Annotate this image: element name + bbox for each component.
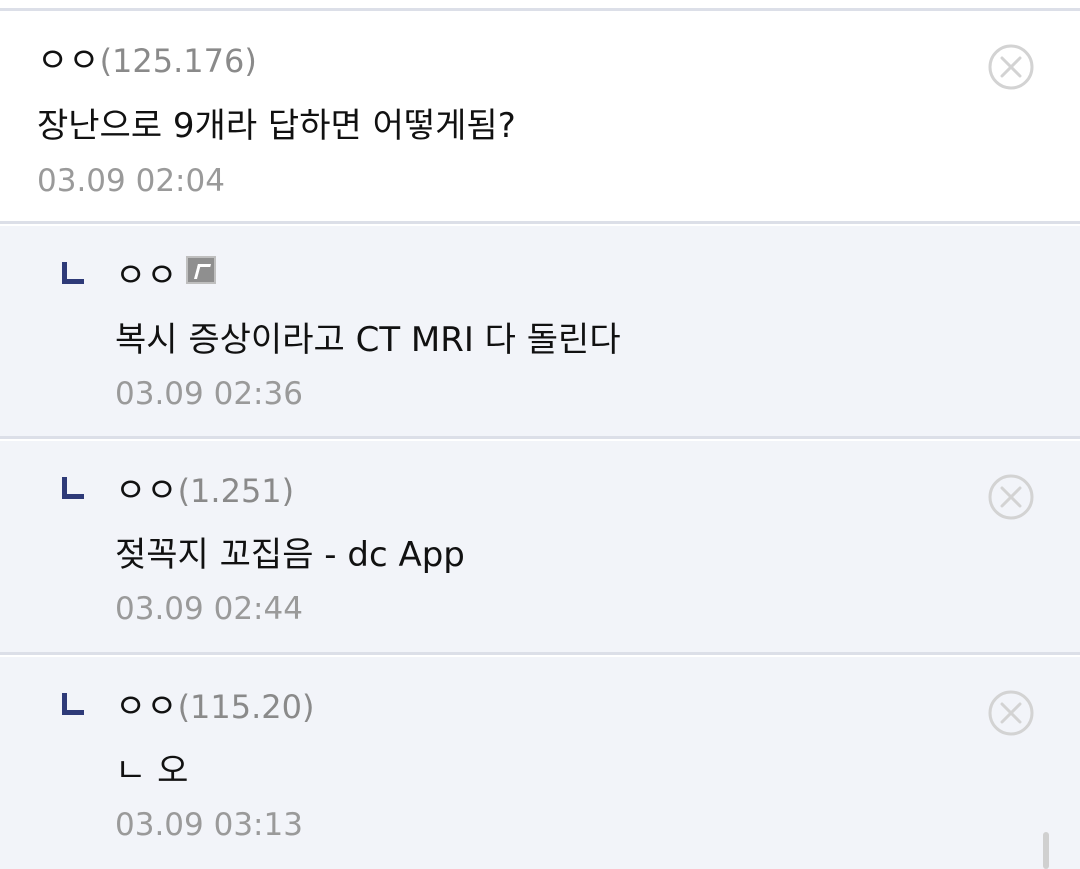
author-ip: (125.176)	[99, 42, 257, 80]
comment-text: 장난으로 9개라 답하면 어떻게됨?	[37, 106, 516, 146]
comment-author[interactable]: ㅇㅇ(115.20)	[115, 687, 315, 727]
comment-list: ㅇㅇ(125.176) 장난으로 9개라 답하면 어떻게됨? 03.09 02:…	[0, 0, 1080, 869]
reply-item: ㅇㅇ 복시 증상이라고 CT MRI 다 돌린다 03.09 02:36	[0, 226, 1080, 439]
close-circle-icon[interactable]	[987, 473, 1035, 521]
reply-arrow-icon	[62, 262, 84, 284]
close-circle-icon[interactable]	[987, 689, 1035, 737]
comment-item: ㅇㅇ(125.176) 장난으로 9개라 답하면 어떻게됨? 03.09 02:…	[0, 11, 1080, 224]
comment-timestamp: 03.09 03:13	[115, 807, 303, 843]
reply-item: ㅇㅇ(1.251) 젖꼭지 꼬집음 - dc App 03.09 02:44	[0, 441, 1080, 655]
author-nickname[interactable]: ㅇㅇ	[115, 687, 178, 727]
comment-text: 젖꼭지 꼬집음 - dc App	[115, 535, 465, 575]
comment-text: ㄴ 오	[115, 751, 189, 791]
reply-arrow-icon	[62, 693, 84, 715]
comment-author[interactable]: ㅇㅇ	[115, 255, 216, 296]
author-ip: (115.20)	[177, 688, 315, 726]
comment-timestamp: 03.09 02:04	[37, 163, 225, 199]
author-nickname[interactable]: ㅇㅇ	[115, 471, 178, 511]
comment-timestamp: 03.09 02:36	[115, 376, 303, 412]
fixed-nick-badge-icon	[185, 255, 216, 284]
author-nickname[interactable]: ㅇㅇ	[37, 41, 100, 81]
comment-author[interactable]: ㅇㅇ(125.176)	[37, 41, 257, 81]
author-ip: (1.251)	[177, 472, 295, 510]
scrollbar[interactable]	[1043, 832, 1049, 869]
close-circle-icon[interactable]	[987, 43, 1035, 91]
comment-timestamp: 03.09 02:44	[115, 591, 303, 627]
author-nickname[interactable]: ㅇㅇ	[115, 256, 178, 296]
comment-text: 복시 증상이라고 CT MRI 다 돌린다	[115, 320, 621, 360]
comment-author[interactable]: ㅇㅇ(1.251)	[115, 471, 294, 511]
reply-item: ㅇㅇ(115.20) ㄴ 오 03.09 03:13	[0, 657, 1080, 869]
reply-arrow-icon	[62, 477, 84, 499]
